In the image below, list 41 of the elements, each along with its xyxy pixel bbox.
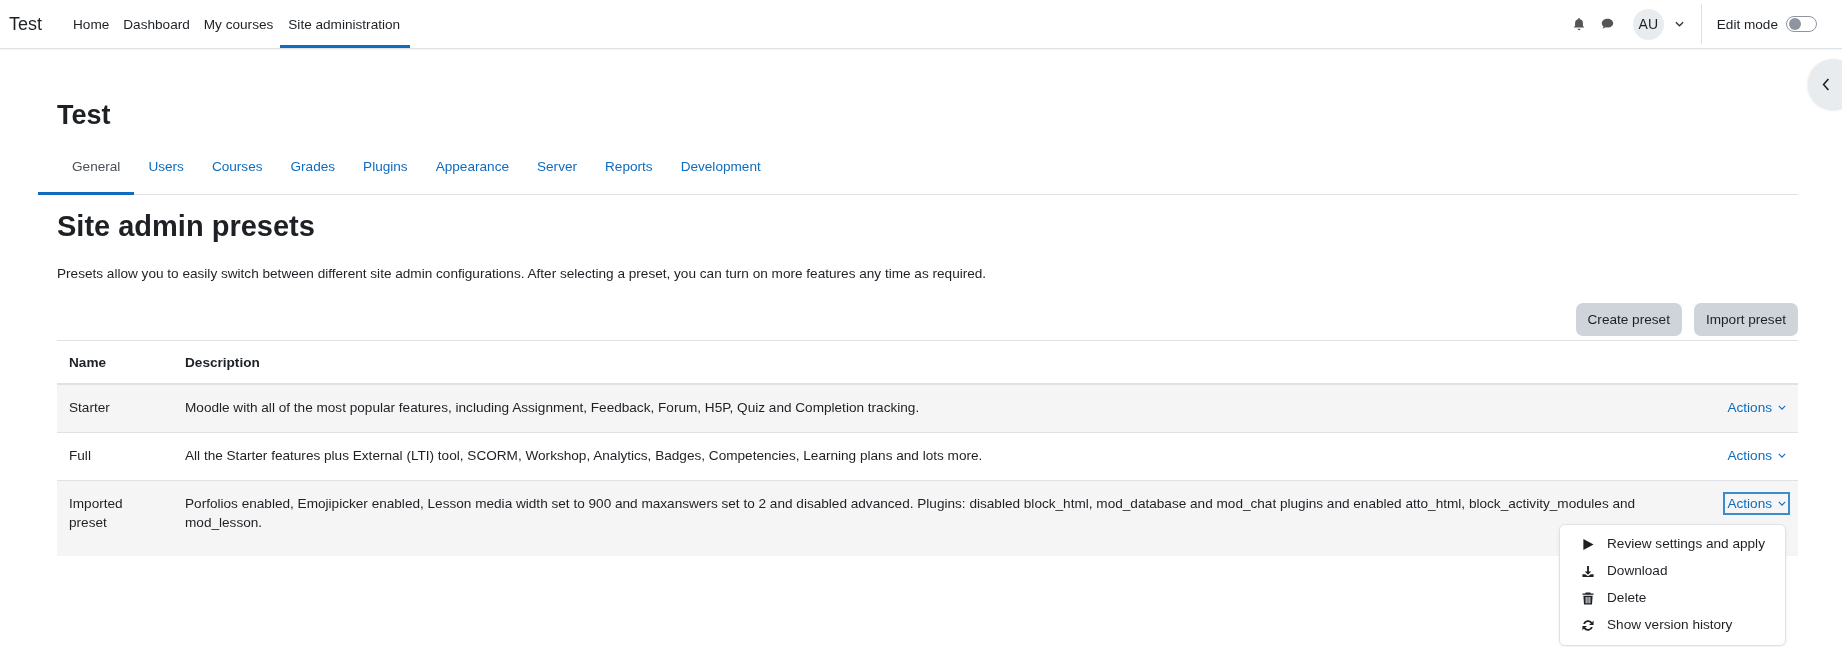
actions-dropdown-button[interactable]: Actions [1723,444,1790,468]
admin-tab[interactable]: Server [523,145,592,196]
preset-button[interactable]: Create preset [1575,303,1682,337]
site-name[interactable]: Test [9,13,42,35]
menu-item[interactable]: Show version history [1560,612,1785,640]
bell-icon[interactable] [1571,17,1586,31]
primary-nav-link[interactable]: Site administration [280,0,411,48]
caret-icon[interactable] [1674,21,1684,27]
caret-icon [1778,405,1786,411]
admin-tab[interactable]: Development [666,145,775,196]
admin-tab[interactable]: Plugins [349,145,422,196]
edit-mode-label: Edit mode [1716,16,1778,32]
admin-tab[interactable]: Courses [197,145,277,196]
intro-text: Presets allow you to easily switch between different site admin configurations. After selecting a preset, you can turn on more features any time as required. [57,266,988,282]
menu-item[interactable]: Delete [1560,585,1785,613]
preset-button[interactable]: Import preset [1693,303,1798,337]
primary-nav-link[interactable]: My courses [196,0,281,48]
preset-description-cell: Moodle with all of the most popular features, including Assignment, Feedback, Forum, H5P, Quiz and Completion tracking. [173,384,1702,433]
admin-tab[interactable]: Users [134,145,198,196]
menu-item[interactable]: Download [1560,558,1785,586]
section-heading: Site admin presets [57,209,316,245]
play-icon [1581,538,1595,552]
menu-item[interactable]: Review settings and apply [1560,531,1785,559]
preset-name-cell: Imported preset [57,480,173,557]
download-icon [1581,565,1595,579]
admin-tab[interactable]: Appearance [421,145,523,196]
primary-nav-link[interactable]: Dashboard [116,0,197,48]
primary-nav-link[interactable]: Home [66,0,117,48]
admin-tab[interactable]: Grades [276,145,350,196]
page-title: Test [57,99,112,132]
admin-tab[interactable]: Reports [591,145,667,196]
user-avatar[interactable]: AU [1632,8,1664,40]
preset-name-cell: Starter [57,384,173,433]
admin-tab[interactable]: General [38,145,135,196]
chat-bubble-icon[interactable] [1599,17,1615,31]
actions-dropdown-button[interactable]: Actions [1723,492,1790,516]
trash-icon [1581,592,1595,606]
refresh-icon [1581,619,1595,633]
chevron-left-icon [1822,77,1830,91]
caret-icon [1778,453,1786,459]
caret-icon [1778,501,1786,507]
